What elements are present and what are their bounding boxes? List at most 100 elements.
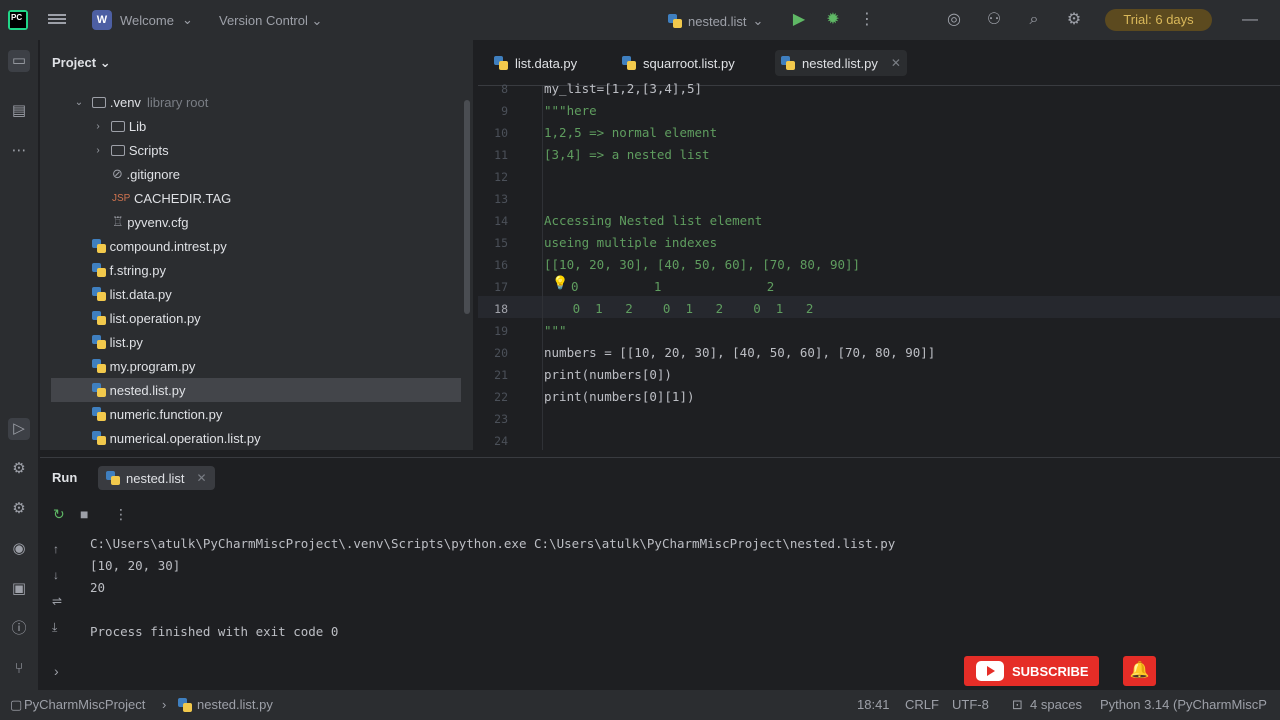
tree-item-list-data[interactable]: list.data.py	[51, 282, 461, 306]
tree-item-lib[interactable]: › Lib	[51, 114, 461, 138]
run-tab-nested-list[interactable]: nested.list ✕	[98, 466, 215, 490]
code-editor: list.data.py squarroot.list.py nested.li…	[478, 40, 1280, 450]
lightbulb-icon[interactable]: 💡	[552, 276, 568, 291]
tree-item-label: .venv	[109, 94, 141, 110]
tab-nested-list[interactable]: nested.list.py ✕	[775, 50, 907, 76]
code-line: 0 1 2 0 1 2 0 1 2	[550, 301, 814, 316]
project-panel: Project ⌄ ⌄ .venv library root › Lib › S…	[40, 40, 473, 450]
line-number: 19	[494, 324, 508, 338]
problems-icon[interactable]: ⓘ	[8, 618, 30, 640]
tree-item-gitignore[interactable]: ⊘ .gitignore	[51, 162, 461, 186]
line-number: 22	[494, 390, 508, 404]
title-bar: PC W Welcome ⌄ Version Control ⌄ nested.…	[0, 0, 1280, 40]
stop-icon[interactable]: ■	[80, 506, 88, 522]
line-number: 11	[494, 148, 508, 162]
python-console-icon[interactable]: ⚙	[8, 498, 30, 520]
line-number: 24	[494, 434, 508, 448]
tab-label: nested.list.py	[802, 55, 878, 71]
python-file-icon	[494, 56, 508, 70]
python-packages-icon[interactable]: ⚙	[8, 458, 30, 480]
tab-list-data[interactable]: list.data.py	[488, 50, 583, 76]
tree-item-cachedir[interactable]: JSP CACHEDIR.TAG	[51, 186, 461, 210]
console-line: [10, 20, 30]	[90, 558, 181, 573]
folder-icon	[111, 144, 126, 156]
minimize-icon[interactable]: —	[1240, 10, 1260, 30]
run-icon[interactable]: ▶	[789, 10, 809, 30]
tree-item-list[interactable]: list.py	[51, 330, 461, 354]
library-root-hint: library root	[146, 94, 209, 110]
tag-file-icon: JSP	[112, 192, 131, 204]
more-tools-icon[interactable]: ⋯	[8, 140, 30, 162]
run-config-selector[interactable]: nested.list ⌄	[668, 13, 763, 29]
code-line: 1,2,5 => normal element	[544, 125, 718, 140]
line-number: 23	[494, 412, 508, 426]
tree-item-my-program[interactable]: my.program.py	[51, 354, 461, 378]
subscribe-label: SUBSCRIBE	[1012, 663, 1089, 679]
project-panel-title[interactable]: Project ⌄	[52, 55, 111, 71]
project-tool-folder-icon[interactable]: ▭	[8, 50, 30, 72]
line-number: 15	[494, 236, 508, 250]
file-encoding[interactable]: UTF-8	[952, 697, 989, 712]
chevron-right-icon[interactable]: ›	[54, 663, 59, 679]
tab-squarroot-list[interactable]: squarroot.list.py	[616, 50, 741, 76]
code-line: print(numbers[0])	[544, 367, 672, 382]
gutter-divider	[542, 86, 543, 450]
tree-item-numerical-operation-list[interactable]: numerical.operation.list.py	[51, 426, 461, 450]
ignore-file-icon: ⊘	[112, 166, 123, 181]
tree-item-compound-intrest[interactable]: compound.intrest.py	[51, 234, 461, 258]
arrow-down-icon[interactable]: ↓	[53, 568, 59, 582]
code-line: Accessing Nested list element	[544, 213, 763, 228]
run-tool-icon[interactable]: ▷	[8, 418, 30, 440]
debug-icon[interactable]: ✹	[823, 10, 843, 30]
tree-item-nested-list[interactable]: nested.list.py	[51, 378, 461, 402]
tree-item-numeric-function[interactable]: numeric.function.py	[51, 402, 461, 426]
version-control-label: Version Control	[219, 13, 308, 28]
python-interpreter[interactable]: Python 3.14 (PyCharmMiscP	[1100, 697, 1267, 712]
scroll-to-end-icon[interactable]: ⤓	[52, 620, 57, 635]
tree-item-pyvenv[interactable]: ♖ pyvenv.cfg	[51, 210, 461, 234]
more-options-icon[interactable]: ⋮	[857, 10, 877, 30]
line-number: 14	[494, 214, 508, 228]
subscribe-button[interactable]: SUBSCRIBE	[964, 656, 1099, 686]
search-icon[interactable]: ⌕	[1024, 10, 1044, 30]
terminal-icon[interactable]: ▣	[8, 578, 30, 600]
project-scrollbar[interactable]	[464, 100, 470, 314]
tree-item-f-string[interactable]: f.string.py	[51, 258, 461, 282]
rerun-icon[interactable]: ↻	[53, 506, 65, 523]
tree-item-scripts[interactable]: › Scripts	[51, 138, 461, 162]
python-file-icon	[781, 56, 795, 70]
services-icon[interactable]: ◉	[8, 538, 30, 560]
youtube-logo-icon	[976, 661, 1004, 681]
add-user-icon[interactable]: ⚇	[984, 10, 1004, 30]
caret-position[interactable]: 18:41	[857, 697, 890, 712]
main-menu-icon[interactable]	[48, 12, 66, 28]
code-line: print(numbers[0][1])	[544, 389, 695, 404]
run-panel-title: Run	[52, 470, 78, 485]
project-switcher[interactable]: W Welcome ⌄	[92, 10, 193, 30]
trial-badge[interactable]: Trial: 6 days	[1105, 9, 1212, 31]
project-name: Welcome	[120, 12, 174, 28]
bell-icon[interactable]: 🔔	[1123, 656, 1156, 686]
python-file-icon	[106, 471, 120, 485]
ai-assistant-icon[interactable]: ◎	[944, 10, 964, 30]
git-icon[interactable]: ⑂	[8, 658, 30, 680]
close-tab-icon[interactable]: ✕	[891, 56, 901, 70]
tree-item-label: .gitignore	[126, 166, 181, 182]
tree-item-venv[interactable]: ⌄ .venv library root	[51, 90, 461, 114]
tree-item-label: numerical.operation.list.py	[109, 430, 261, 446]
soft-wrap-icon[interactable]: ⇌	[52, 594, 62, 608]
vcs-icon: ▢	[10, 697, 23, 712]
version-control-menu[interactable]: Version Control ⌄	[219, 13, 322, 29]
tree-item-list-operation[interactable]: list.operation.py	[51, 306, 461, 330]
structure-icon[interactable]: ▤	[8, 100, 30, 122]
close-tab-icon[interactable]: ✕	[197, 471, 207, 485]
code-line: """here	[544, 103, 597, 118]
arrow-up-icon[interactable]: ↑	[53, 542, 59, 556]
settings-gear-icon[interactable]: ⚙	[1064, 10, 1084, 30]
tree-item-label: list.py	[109, 334, 143, 350]
breadcrumb-file[interactable]: nested.list.py	[197, 697, 273, 712]
line-ending[interactable]: CRLF	[905, 697, 939, 712]
indent-setting[interactable]: 4 spaces	[1030, 697, 1082, 712]
breadcrumb-project[interactable]: PyCharmMiscProject	[24, 697, 145, 712]
more-options-icon[interactable]: ⋮	[114, 506, 128, 523]
